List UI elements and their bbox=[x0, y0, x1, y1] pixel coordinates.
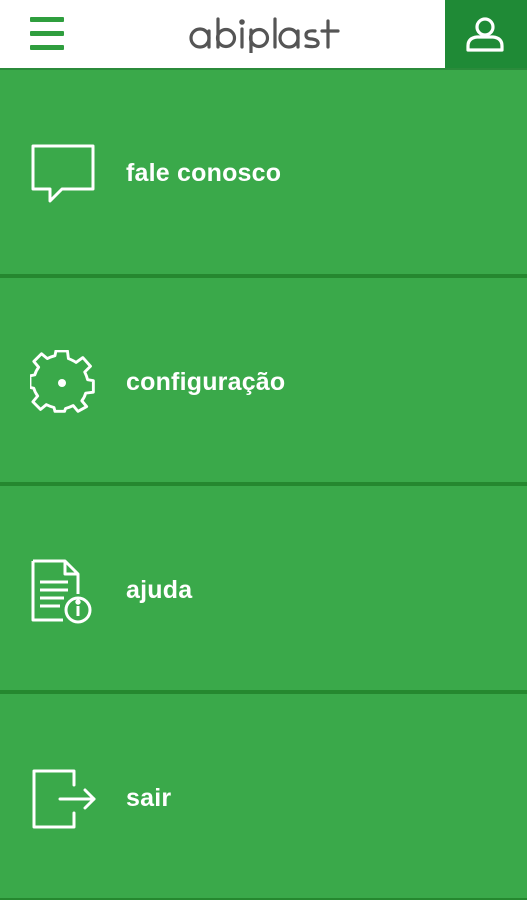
hamburger-menu-button[interactable] bbox=[30, 17, 66, 53]
hamburger-line bbox=[30, 31, 64, 36]
logout-icon bbox=[32, 769, 96, 829]
abiplast-logo: abiplast bbox=[188, 13, 340, 55]
app-header: abiplast bbox=[0, 0, 527, 68]
menu-item-fale-conosco[interactable]: fale conosco bbox=[0, 70, 527, 278]
menu-item-label: sair bbox=[126, 784, 172, 812]
menu-item-label: fale conosco bbox=[126, 159, 282, 187]
hamburger-line bbox=[30, 45, 64, 50]
hamburger-line bbox=[30, 17, 64, 22]
help-document-icon bbox=[31, 559, 92, 624]
menu-item-label: ajuda bbox=[126, 576, 193, 604]
menu-list: fale conosco configuração ajuda sair bbox=[0, 70, 527, 900]
menu-item-configuracao[interactable]: configuração bbox=[0, 278, 527, 486]
menu-item-sair[interactable]: sair bbox=[0, 694, 527, 900]
menu-item-ajuda[interactable]: ajuda bbox=[0, 486, 527, 694]
gear-icon bbox=[30, 350, 95, 413]
chat-bubble-icon bbox=[31, 144, 95, 203]
user-profile-button[interactable] bbox=[445, 0, 527, 68]
user-icon bbox=[466, 17, 504, 52]
menu-item-label: configuração bbox=[126, 368, 286, 396]
